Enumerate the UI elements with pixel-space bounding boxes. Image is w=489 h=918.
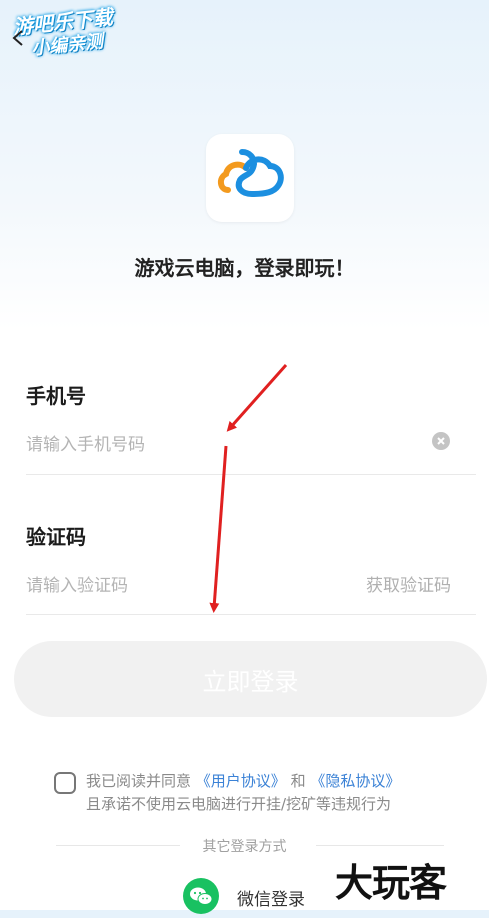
- page-slogan: 游戏云电脑，登录即玩！: [134, 256, 355, 280]
- agreement-line2: 且承诺不使用云电脑进行开挂/挖矿等违规行为: [86, 795, 392, 813]
- agreement-and: 和: [290, 772, 306, 790]
- code-input[interactable]: 请输入验证码: [26, 571, 128, 596]
- watermark-logo: 游吧乐下载 小编亲测: [12, 5, 116, 63]
- code-divider: [26, 614, 476, 615]
- agreement-text: 我已阅读并同意 《用户协议》 和 《隐私协议》 且承诺不使用云电脑进行开挂/挖矿…: [86, 770, 400, 816]
- arrow-to-phone-input: [226, 364, 288, 432]
- login-button[interactable]: 立即登录: [14, 641, 487, 717]
- code-label: 验证码: [26, 525, 86, 549]
- wechat-login-button[interactable]: 微信登录: [237, 885, 305, 910]
- phone-divider: [26, 474, 476, 475]
- clear-input-icon[interactable]: [432, 432, 450, 450]
- user-agreement-link[interactable]: 《用户协议》: [196, 772, 286, 790]
- cloud-logo-icon: [218, 149, 284, 198]
- phone-label: 手机号: [26, 384, 86, 408]
- back-arrow-icon[interactable]: [10, 30, 26, 46]
- app-logo: [206, 134, 294, 222]
- get-code-button[interactable]: 获取验证码: [366, 571, 451, 596]
- arrow-to-code-input: [209, 445, 228, 613]
- privacy-agreement-link[interactable]: 《隐私协议》: [310, 772, 400, 790]
- agreement-checkbox[interactable]: [54, 772, 76, 794]
- wechat-icon[interactable]: [183, 878, 219, 914]
- phone-input[interactable]: 请输入手机号码: [26, 430, 145, 455]
- agreement-prefix: 我已阅读并同意: [86, 772, 192, 790]
- brand-watermark: 大玩客: [335, 861, 447, 905]
